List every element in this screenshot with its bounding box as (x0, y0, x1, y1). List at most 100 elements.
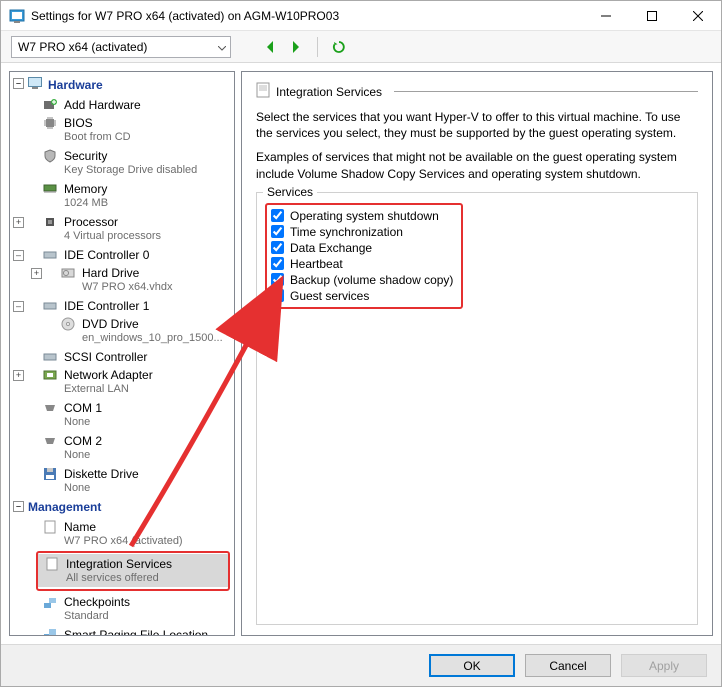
refresh-button[interactable] (328, 36, 350, 58)
titlebar: Settings for W7 PRO x64 (activated) on A… (1, 1, 721, 31)
nav-network-detail: External LAN (10, 383, 234, 398)
nav-com2[interactable]: COM 2 (10, 431, 234, 449)
nav-forward-button[interactable] (285, 36, 307, 58)
nav-processor-detail: 4 Virtual processors (10, 230, 234, 245)
checkbox-input[interactable] (271, 273, 284, 286)
services-group: Services Operating system shutdown Time … (256, 192, 698, 625)
nav-security-detail: Key Storage Drive disabled (10, 164, 234, 179)
expand-icon[interactable]: + (13, 217, 24, 228)
expand-icon[interactable]: + (13, 370, 24, 381)
hard-drive-icon (60, 265, 76, 281)
nav-add-hardware[interactable]: Add Hardware (10, 95, 234, 113)
nav-security[interactable]: Security (10, 146, 234, 164)
nav-back-button[interactable] (259, 36, 281, 58)
nav-com1-detail: None (10, 416, 234, 431)
network-icon (42, 367, 58, 383)
settings-tree: –Hardware Add Hardware BIOS Boot from CD… (9, 71, 235, 636)
shield-icon (42, 148, 58, 164)
nav-ide1[interactable]: –IDE Controller 1 (10, 296, 234, 314)
hardware-header[interactable]: –Hardware (10, 74, 234, 95)
checkbox-input[interactable] (271, 289, 284, 302)
content-description-1: Select the services that you want Hyper-… (256, 109, 698, 141)
checkbox-input[interactable] (271, 257, 284, 270)
checkpoints-icon (42, 594, 58, 610)
dialog-footer: OK Cancel Apply (1, 644, 721, 686)
nav-memory-detail: 1024 MB (10, 197, 234, 212)
serial-port-icon (42, 400, 58, 416)
monitor-icon (28, 77, 42, 92)
nav-scsi[interactable]: SCSI Controller (10, 347, 234, 365)
content-title: Integration Services (256, 82, 698, 101)
nav-hard-drive[interactable]: +Hard Drive (10, 263, 234, 281)
nav-bios-detail: Boot from CD (10, 131, 234, 146)
services-group-label: Services (263, 185, 317, 199)
service-checkbox-backup[interactable]: Backup (volume shadow copy) (271, 272, 453, 288)
checkbox-input[interactable] (271, 241, 284, 254)
expand-icon[interactable]: + (31, 268, 42, 279)
content-description-2: Examples of services that might not be a… (256, 149, 698, 181)
nav-hdd-detail: W7 PRO x64.vhdx (10, 281, 234, 296)
nav-checkpoints-detail: Standard (10, 610, 234, 625)
ok-button[interactable]: OK (429, 654, 515, 677)
service-checkbox-os-shutdown[interactable]: Operating system shutdown (271, 208, 453, 224)
management-header[interactable]: –Management (10, 497, 234, 517)
dvd-icon (60, 316, 76, 332)
title-divider (394, 91, 698, 92)
controller-icon (42, 298, 58, 314)
nav-com1[interactable]: COM 1 (10, 398, 234, 416)
vm-selector-value: W7 PRO x64 (activated) (18, 40, 147, 54)
minimize-button[interactable] (583, 1, 629, 31)
nav-diskette-detail: None (10, 482, 234, 497)
document-icon (256, 82, 270, 101)
nav-checkpoints[interactable]: Checkpoints (10, 592, 234, 610)
apply-button: Apply (621, 654, 707, 677)
nav-network-adapter[interactable]: +Network Adapter (10, 365, 234, 383)
cancel-button[interactable]: Cancel (525, 654, 611, 677)
nav-dvd-detail: en_windows_10_pro_1500... (10, 332, 234, 347)
collapse-icon[interactable]: – (13, 250, 24, 261)
diskette-icon (42, 466, 58, 482)
document-icon (44, 556, 60, 572)
content-pane: Integration Services Select the services… (241, 71, 713, 636)
nav-processor[interactable]: +Processor (10, 212, 234, 230)
nav-name[interactable]: Name (10, 517, 234, 535)
nav-memory[interactable]: Memory (10, 179, 234, 197)
app-icon (9, 8, 25, 24)
add-hardware-icon (42, 97, 58, 113)
nav-integration-services-highlight: Integration Services All services offere… (36, 551, 230, 591)
nav-paging-location[interactable]: Smart Paging File Location (10, 625, 234, 635)
service-checkbox-time-sync[interactable]: Time synchronization (271, 224, 453, 240)
nav-com2-detail: None (10, 449, 234, 464)
nav-dvd-drive[interactable]: DVD Drive (10, 314, 234, 332)
window-title: Settings for W7 PRO x64 (activated) on A… (31, 9, 583, 23)
service-checkbox-heartbeat[interactable]: Heartbeat (271, 256, 453, 272)
nav-diskette[interactable]: Diskette Drive (10, 464, 234, 482)
close-button[interactable] (675, 1, 721, 31)
collapse-icon[interactable]: – (13, 501, 24, 512)
controller-icon (42, 349, 58, 365)
collapse-icon[interactable]: – (13, 78, 24, 89)
nav-ide0[interactable]: –IDE Controller 0 (10, 245, 234, 263)
checkbox-input[interactable] (271, 225, 284, 238)
paging-icon (42, 627, 58, 635)
chip-icon (42, 115, 58, 131)
serial-port-icon (42, 433, 58, 449)
checkbox-input[interactable] (271, 209, 284, 222)
vm-selector-dropdown[interactable]: W7 PRO x64 (activated) (11, 36, 231, 58)
collapse-icon[interactable]: – (13, 301, 24, 312)
nav-name-detail: W7 PRO x64 (activated) (10, 535, 234, 550)
toolbar: W7 PRO x64 (activated) (1, 31, 721, 63)
processor-icon (42, 214, 58, 230)
service-checkbox-guest[interactable]: Guest services (271, 288, 453, 304)
chevron-down-icon (218, 40, 226, 54)
services-highlight: Operating system shutdown Time synchroni… (265, 203, 463, 309)
service-checkbox-data-exchange[interactable]: Data Exchange (271, 240, 453, 256)
nav-intsvc-detail: All services offered (38, 572, 228, 587)
controller-icon (42, 247, 58, 263)
document-icon (42, 519, 58, 535)
memory-icon (42, 181, 58, 197)
toolbar-separator (317, 37, 318, 57)
maximize-button[interactable] (629, 1, 675, 31)
nav-bios[interactable]: BIOS (10, 113, 234, 131)
nav-integration-services[interactable]: Integration Services (38, 554, 228, 572)
